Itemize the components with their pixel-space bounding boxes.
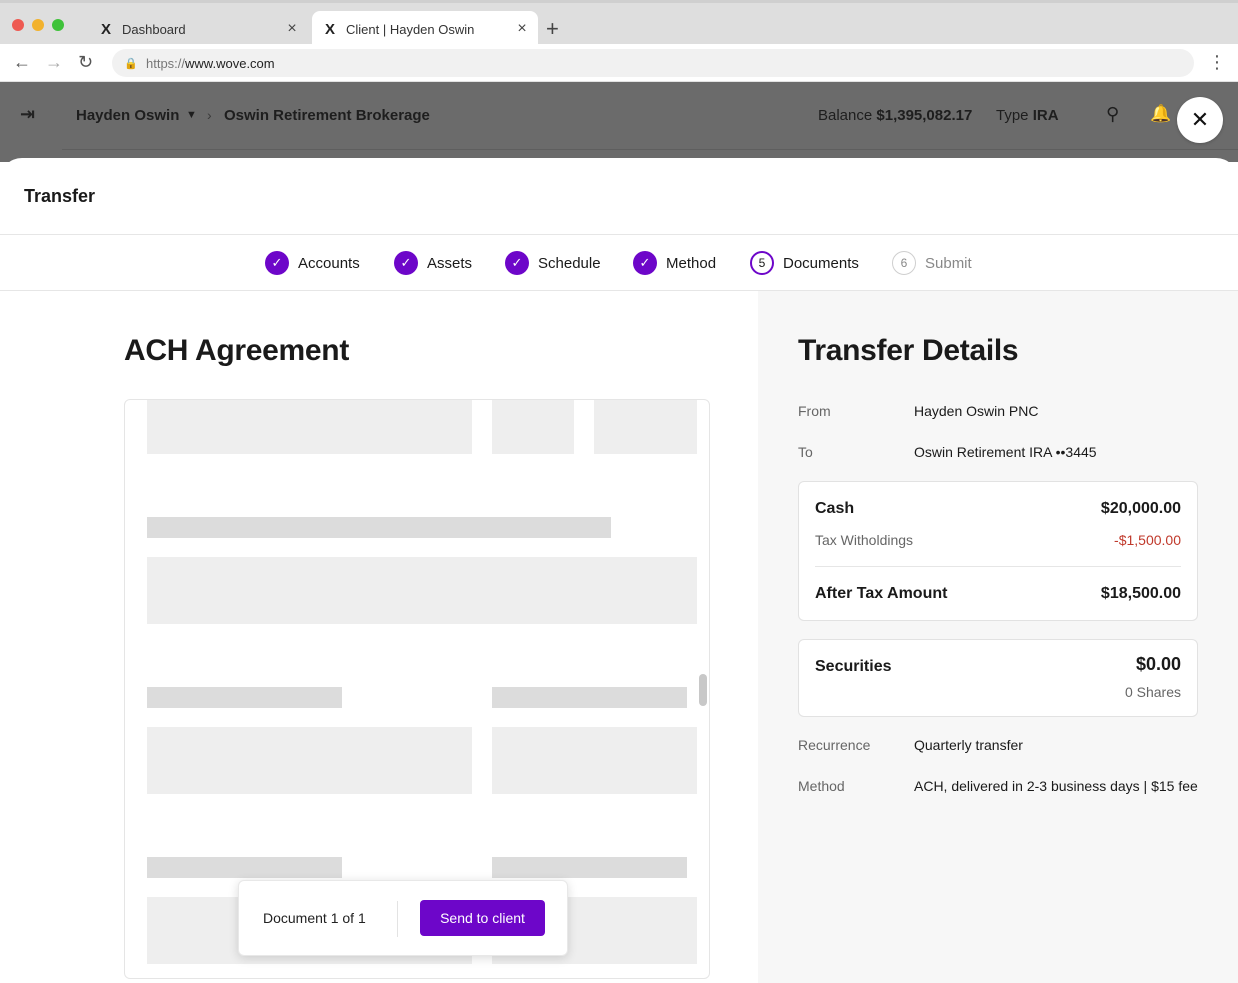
check-icon: ✓ bbox=[505, 251, 529, 275]
lock-icon: 🔒 bbox=[124, 57, 138, 70]
tab-close-icon[interactable]: × bbox=[512, 20, 532, 38]
divider bbox=[397, 901, 398, 937]
tax-label: Tax Witholdings bbox=[815, 532, 914, 548]
placeholder-block bbox=[147, 727, 472, 794]
securities-card: Securities $0.00 0 Shares bbox=[798, 639, 1198, 717]
step-label: Accounts bbox=[298, 254, 360, 272]
chevron-right-icon: › bbox=[207, 107, 212, 123]
placeholder-block bbox=[147, 557, 697, 624]
from-label: From bbox=[798, 403, 831, 419]
header-divider bbox=[62, 149, 1238, 150]
close-icon: ✕ bbox=[1190, 107, 1210, 132]
window-minimize-dot[interactable] bbox=[32, 19, 44, 31]
browser-tab-bar: X Dashboard × X Client | Hayden Oswin × … bbox=[0, 0, 1238, 47]
step-label: Documents bbox=[783, 254, 859, 272]
tab-title: Dashboard bbox=[122, 21, 186, 37]
recurrence-label: Recurrence bbox=[798, 737, 871, 753]
client-name[interactable]: Hayden Oswin bbox=[76, 107, 179, 124]
cash-label: Cash bbox=[815, 500, 855, 517]
step-label: Assets bbox=[427, 254, 473, 272]
method-label: Method bbox=[798, 778, 845, 794]
step-label: Submit bbox=[925, 254, 972, 272]
account-name[interactable]: Oswin Retirement Brokerage bbox=[224, 107, 430, 124]
type-value: IRA bbox=[1032, 107, 1059, 124]
type-label: Type bbox=[996, 107, 1029, 124]
wove-logo-icon: X bbox=[324, 20, 335, 38]
to-value: Oswin Retirement IRA ••3445 bbox=[914, 444, 1097, 460]
placeholder-line bbox=[147, 687, 342, 708]
forward-arrow-icon[interactable]: → bbox=[45, 52, 63, 72]
url-protocol: https:// bbox=[146, 55, 186, 71]
tax-amount: -$1,500.00 bbox=[1114, 532, 1181, 548]
expand-sidebar-icon[interactable]: ⇥ bbox=[20, 104, 35, 125]
reload-icon[interactable]: ↻ bbox=[78, 52, 93, 72]
document-page-indicator: Document 1 of 1 bbox=[263, 910, 366, 926]
check-icon: ✓ bbox=[265, 251, 289, 275]
account-type: Type IRA bbox=[996, 107, 1059, 124]
balance-value: $1,395,082.17 bbox=[876, 107, 973, 124]
step-accounts[interactable]: ✓ Accounts bbox=[265, 250, 360, 276]
step-label: Method bbox=[666, 254, 717, 272]
step-documents[interactable]: 5 Documents bbox=[750, 250, 859, 276]
transfer-modal: Transfer ✓ Accounts ✓ Assets ✓ Schedule … bbox=[0, 158, 1238, 983]
method-value: ACH, delivered in 2-3 business days | $1… bbox=[914, 778, 1198, 794]
browser-tab-client[interactable]: X Client | Hayden Oswin × bbox=[312, 11, 538, 47]
check-icon: ✓ bbox=[394, 251, 418, 275]
send-to-client-button[interactable]: Send to client bbox=[420, 900, 545, 936]
after-tax-label: After Tax Amount bbox=[815, 585, 948, 602]
window-maximize-dot[interactable] bbox=[52, 19, 64, 31]
step-schedule[interactable]: ✓ Schedule bbox=[505, 250, 601, 276]
after-tax-amount: $18,500.00 bbox=[1100, 585, 1181, 602]
bell-icon[interactable]: 🔔 bbox=[1150, 104, 1171, 124]
securities-shares: 0 Shares bbox=[1124, 684, 1181, 700]
securities-label: Securities bbox=[815, 658, 892, 675]
tab-title: Client | Hayden Oswin bbox=[346, 21, 475, 37]
check-icon: ✓ bbox=[633, 251, 657, 275]
to-label: To bbox=[798, 444, 813, 460]
browser-tab-dashboard[interactable]: X Dashboard × bbox=[88, 11, 308, 47]
placeholder-line bbox=[147, 517, 611, 538]
placeholder-block bbox=[147, 400, 472, 454]
balance-label: Balance bbox=[818, 107, 873, 124]
cash-card: Cash $20,000.00 Tax Witholdings -$1,500.… bbox=[798, 481, 1198, 621]
divider bbox=[0, 234, 1238, 235]
step-assets[interactable]: ✓ Assets bbox=[394, 250, 472, 276]
document-heading: ACH Agreement bbox=[124, 334, 350, 367]
new-tab-icon[interactable]: + bbox=[546, 17, 559, 41]
placeholder-block bbox=[594, 400, 697, 454]
step-submit[interactable]: 6 Submit bbox=[892, 250, 972, 276]
step-number: 6 bbox=[892, 251, 916, 275]
placeholder-line bbox=[147, 857, 342, 878]
cash-amount: $20,000.00 bbox=[1100, 500, 1181, 517]
step-method[interactable]: ✓ Method bbox=[633, 250, 716, 276]
account-balance: Balance $1,395,082.17 bbox=[818, 107, 972, 124]
caret-down-icon[interactable]: ▼ bbox=[186, 109, 197, 121]
tab-close-icon[interactable]: × bbox=[282, 20, 302, 38]
placeholder-line bbox=[492, 687, 687, 708]
placeholder-line bbox=[492, 857, 687, 878]
recurrence-value: Quarterly transfer bbox=[914, 737, 1023, 753]
window-close-dot[interactable] bbox=[12, 19, 24, 31]
browser-address-bar: ← → ↻ 🔒 https://www.wove.com ⋮ bbox=[0, 44, 1238, 82]
placeholder-block bbox=[492, 400, 574, 454]
document-action-bar: Document 1 of 1 Send to client bbox=[238, 880, 568, 956]
app-header: ⇥ Hayden Oswin ▼ › Oswin Retirement Brok… bbox=[0, 82, 1238, 162]
from-value: Hayden Oswin PNC bbox=[914, 403, 1039, 419]
transfer-details-panel: Transfer Details From Hayden Oswin PNC T… bbox=[758, 291, 1238, 983]
step-label: Schedule bbox=[538, 254, 601, 272]
close-modal-button[interactable]: ✕ bbox=[1177, 97, 1223, 143]
placeholder-block bbox=[492, 727, 697, 794]
search-icon[interactable]: ⚲ bbox=[1106, 104, 1119, 125]
securities-amount: $0.00 bbox=[1135, 654, 1181, 674]
wove-logo-icon: X bbox=[100, 20, 111, 38]
browser-menu-icon[interactable]: ⋮ bbox=[1208, 52, 1226, 73]
url-host: www.wove.com bbox=[185, 55, 275, 71]
modal-title: Transfer bbox=[24, 186, 96, 206]
divider bbox=[815, 566, 1181, 567]
back-arrow-icon[interactable]: ← bbox=[13, 52, 31, 72]
url-field[interactable]: 🔒 https://www.wove.com bbox=[112, 49, 1194, 77]
details-heading: Transfer Details bbox=[798, 334, 1019, 367]
document-scrollbar[interactable] bbox=[699, 674, 707, 706]
step-number: 5 bbox=[750, 251, 774, 275]
